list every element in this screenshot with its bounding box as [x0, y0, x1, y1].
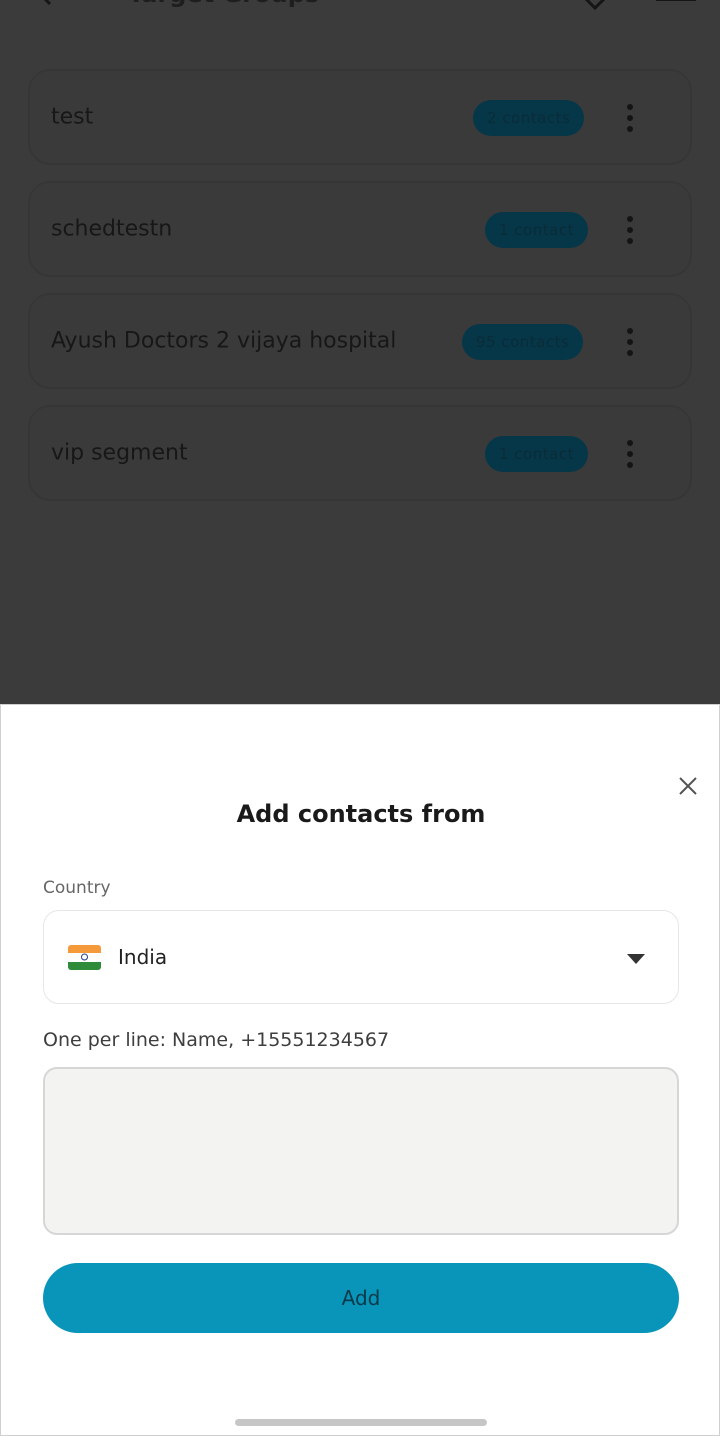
india-flag-icon	[68, 945, 101, 970]
menu-icon[interactable]	[654, 0, 698, 6]
contact-count-badge: 1 contact	[485, 436, 588, 472]
contacts-format-label: One per line: Name, +15551234567	[43, 1029, 390, 1051]
page-title: Target Groups	[128, 0, 319, 8]
more-options-icon[interactable]	[620, 326, 640, 358]
contacts-input[interactable]	[43, 1067, 679, 1235]
background-screen: Target Groups test 2 contacts schedtestn…	[0, 0, 720, 704]
sheet-title: Add contacts from	[236, 800, 486, 828]
more-options-icon[interactable]	[620, 438, 640, 470]
group-name: Ayush Doctors 2 vijaya hospital	[51, 328, 397, 354]
app-header: Target Groups	[0, 0, 720, 16]
add-button[interactable]: Add	[43, 1263, 679, 1333]
contact-count-badge: 2 contacts	[473, 100, 585, 136]
more-options-icon[interactable]	[620, 214, 640, 246]
group-card[interactable]: Ayush Doctors 2 vijaya hospital 95 conta…	[28, 293, 692, 389]
dropdown-arrow-icon	[627, 954, 645, 964]
group-name: schedtestn	[51, 216, 173, 242]
country-value: India	[118, 945, 168, 969]
more-options-icon[interactable]	[620, 102, 640, 134]
country-label: Country	[43, 878, 111, 898]
group-name: test	[51, 104, 94, 130]
contact-count-badge: 95 contacts	[462, 324, 584, 360]
home-indicator	[235, 1419, 487, 1426]
add-contacts-sheet: Add contacts from Country India One per …	[0, 704, 720, 1436]
group-card[interactable]: vip segment 1 contact	[28, 405, 692, 501]
heart-icon[interactable]	[580, 0, 610, 10]
contact-count-badge: 1 contact	[485, 212, 588, 248]
back-icon[interactable]	[36, 0, 56, 6]
country-select[interactable]: India	[43, 910, 679, 1004]
close-icon[interactable]	[673, 771, 703, 801]
group-card[interactable]: test 2 contacts	[28, 69, 692, 165]
group-card[interactable]: schedtestn 1 contact	[28, 181, 692, 277]
group-name: vip segment	[51, 440, 188, 466]
